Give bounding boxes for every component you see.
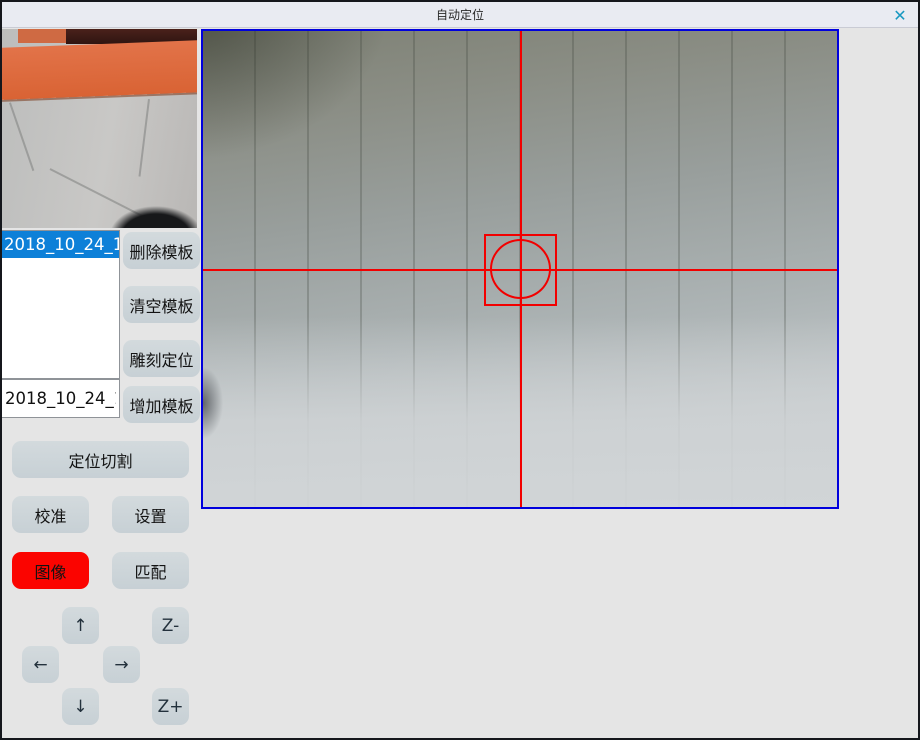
titlebar: 自动定位 ✕ [2,2,918,28]
window-title: 自动定位 [436,6,484,23]
jog-right-button[interactable]: → [103,646,140,683]
match-button[interactable]: 匹配 [112,552,189,589]
template-thumbnail [2,29,197,228]
target-circle [490,239,551,299]
camera-view [201,29,839,509]
delete-template-button[interactable]: 删除模板 [123,232,200,269]
engrave-position-button[interactable]: 雕刻定位 [123,340,200,377]
list-item[interactable]: 2018_10_24_11 [2,231,119,258]
add-template-button[interactable]: 增加模板 [123,386,200,423]
jog-down-button[interactable]: ↓ [62,688,99,725]
jog-left-button[interactable]: ← [22,646,59,683]
settings-button[interactable]: 设置 [112,496,189,533]
calibrate-button[interactable]: 校准 [12,496,89,533]
jog-z-minus-button[interactable]: Z- [152,607,189,644]
position-cut-button[interactable]: 定位切割 [12,441,189,478]
template-list[interactable]: 2018_10_24_11 [1,230,120,379]
clear-templates-button[interactable]: 清空模板 [123,286,200,323]
jog-up-button[interactable]: ↑ [62,607,99,644]
template-name-input[interactable] [1,379,120,418]
auto-position-window: 自动定位 ✕ 2018_10_24_11 删除模板 清空模板 雕刻定位 增加模板… [0,0,920,740]
close-icon[interactable]: ✕ [890,5,910,25]
image-button[interactable]: 图像 [12,552,89,589]
thumbnail-dark-object [2,29,197,228]
jog-z-plus-button[interactable]: Z+ [152,688,189,725]
